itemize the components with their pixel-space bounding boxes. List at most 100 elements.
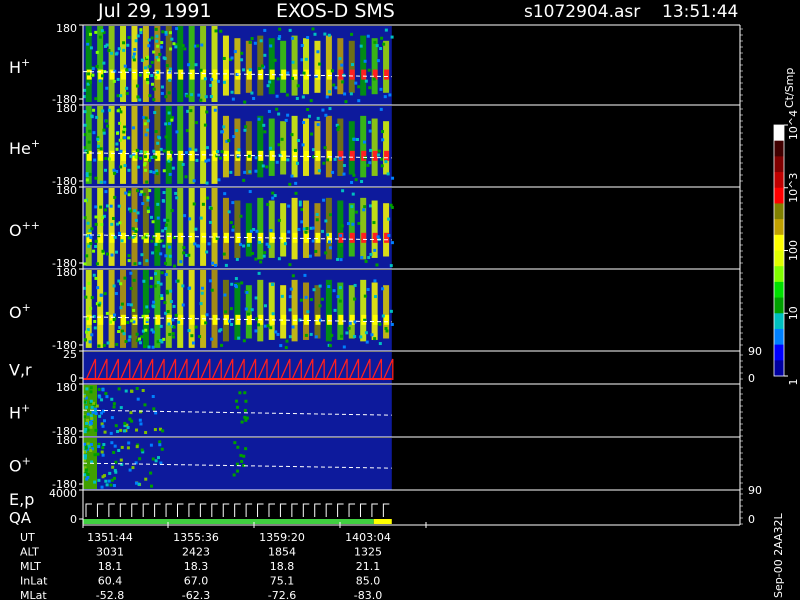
spin-speckle: [213, 108, 217, 112]
spin-speckle: [138, 341, 142, 345]
spin-stripe: [314, 203, 321, 257]
spin-speckle: [336, 128, 340, 132]
spin-speckle: [245, 291, 249, 295]
spin-speckle: [143, 345, 147, 349]
spin-speckle: [91, 67, 95, 71]
spin-core: [98, 314, 104, 325]
spin-stripe: [200, 26, 207, 102]
sparse-speckle: [141, 388, 145, 392]
spin-speckle: [191, 341, 195, 345]
early-speckle: [132, 308, 136, 312]
early-speckle: [171, 332, 175, 336]
early-speckle: [146, 309, 150, 313]
colorbar-swatch: [774, 313, 784, 330]
spin-speckle: [146, 119, 150, 123]
sparse-speckle: [245, 416, 249, 420]
spin-speckle: [285, 93, 289, 97]
spin-speckle: [348, 321, 352, 325]
spin-stripe: [234, 38, 241, 95]
spin-speckle: [259, 260, 263, 264]
footer-cell: 67.0: [184, 575, 209, 588]
spin-speckle: [376, 153, 380, 157]
spin-speckle: [132, 58, 136, 62]
colorbar-swatch: [774, 328, 784, 346]
spin-speckle: [200, 43, 204, 47]
spin-speckle: [242, 244, 246, 248]
sparse-speckle: [138, 457, 142, 461]
spin-speckle: [198, 335, 202, 339]
spin-core: [121, 314, 127, 325]
spin-speckle: [305, 226, 309, 230]
early-speckle: [86, 221, 90, 225]
spin-speckle: [162, 244, 166, 248]
spin-core: [121, 69, 127, 80]
spin-speckle: [269, 146, 273, 150]
spin-speckle: [193, 242, 197, 246]
spin-speckle: [200, 286, 204, 290]
early-speckle: [168, 332, 172, 336]
spin-speckle: [307, 114, 311, 118]
spin-stripe: [325, 197, 332, 260]
early-speckle: [160, 41, 164, 45]
spin-speckle: [93, 158, 97, 162]
early-speckle: [140, 58, 144, 62]
spin-speckle: [117, 231, 121, 235]
sparse-speckle: [100, 398, 104, 402]
early-speckle: [90, 296, 94, 300]
spin-speckle: [296, 139, 300, 143]
footer-table: UT 1351:44 1355:36 1359:20 1403:04 ALT 3031 242…: [20, 531, 391, 600]
early-speckle: [160, 296, 164, 300]
spin-stripe: [314, 40, 321, 93]
early-speckle: [99, 180, 103, 184]
spin-speckle: [165, 291, 169, 295]
spin-speckle: [363, 294, 367, 298]
footer-row-name: UT: [20, 531, 35, 544]
early-speckle: [127, 254, 131, 258]
spin-speckle: [321, 229, 325, 233]
spin-speckle: [214, 263, 218, 267]
spin-speckle: [276, 77, 280, 81]
spin-speckle: [85, 173, 89, 177]
spin-speckle: [298, 203, 302, 207]
spin-speckle: [170, 37, 174, 41]
spin-speckle: [248, 68, 252, 72]
early-speckle: [140, 190, 144, 194]
spin-speckle: [315, 218, 319, 222]
spin-speckle: [152, 170, 156, 174]
early-speckle: [117, 204, 121, 208]
early-speckle: [127, 259, 131, 263]
y-axis-min: 0: [70, 513, 77, 526]
sparse-speckle: [109, 431, 113, 435]
spin-speckle: [176, 279, 180, 283]
sparse-speckle: [84, 427, 88, 431]
sparse-speckle: [126, 425, 130, 429]
early-speckle: [129, 286, 133, 290]
early-speckle: [112, 318, 116, 322]
spin-speckle: [115, 343, 119, 347]
y-axis-max: 25: [63, 348, 77, 361]
spin-speckle: [314, 249, 318, 253]
spin-stripe: [257, 279, 264, 342]
spin-speckle: [88, 340, 92, 344]
sparse-speckle: [98, 414, 102, 418]
spin-speckle: [106, 252, 110, 256]
early-speckle: [139, 28, 143, 32]
spin-speckle: [152, 87, 156, 91]
sparse-speckle: [122, 429, 126, 433]
spin-speckle: [389, 264, 393, 268]
spin-speckle: [382, 42, 386, 46]
sparse-speckle: [243, 408, 247, 412]
spin-speckle: [223, 192, 227, 196]
spin-speckle: [200, 291, 204, 295]
spin-speckle: [136, 165, 140, 169]
spin-speckle: [330, 69, 334, 73]
early-speckle: [94, 30, 98, 34]
sparse-speckle: [130, 419, 134, 423]
sparse-speckle: [90, 416, 94, 420]
spin-speckle: [284, 118, 288, 122]
spin-speckle: [390, 205, 394, 209]
early-speckle: [150, 239, 154, 243]
early-speckle: [132, 55, 136, 59]
spin-speckle: [326, 158, 330, 162]
footer-cell: 1355:36: [173, 531, 219, 544]
